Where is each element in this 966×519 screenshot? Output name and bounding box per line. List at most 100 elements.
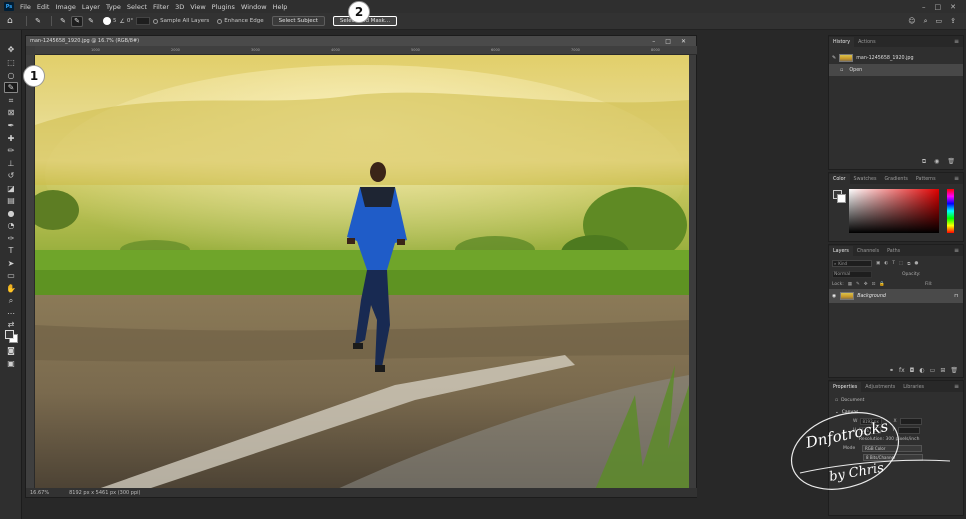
- trash-icon[interactable]: 🗑: [947, 158, 955, 166]
- menu-view[interactable]: View: [187, 3, 208, 11]
- lock-position-icon[interactable]: ✥: [864, 282, 868, 287]
- filter-smart-icon[interactable]: ⧉: [907, 261, 910, 267]
- move-tool-icon[interactable]: ✥: [4, 44, 18, 55]
- new-group-icon[interactable]: ▭: [930, 367, 936, 374]
- tab-paths[interactable]: Paths: [883, 246, 904, 256]
- enhance-edge-checkbox[interactable]: Enhance Edge: [217, 18, 264, 24]
- quick-selection-preset-icon[interactable]: ✎: [32, 16, 44, 27]
- background-color-swatch[interactable]: [837, 194, 846, 203]
- menu-filter[interactable]: Filter: [150, 3, 172, 11]
- adjustment-layer-icon[interactable]: ◐: [919, 367, 924, 374]
- filter-pixel-icon[interactable]: ▣: [876, 261, 880, 266]
- panel-menu-icon[interactable]: ≡: [954, 383, 963, 390]
- swap-colors-icon[interactable]: ⇄: [4, 319, 18, 330]
- quick-selection-tool-icon[interactable]: ✎: [4, 82, 18, 93]
- menu-window[interactable]: Window: [238, 3, 270, 11]
- pen-tool-icon[interactable]: ✑: [4, 233, 18, 244]
- home-icon[interactable]: ⌂: [7, 16, 21, 26]
- minimize-icon[interactable]: –: [652, 38, 655, 45]
- user-icon[interactable]: ☺: [908, 17, 915, 26]
- panel-menu-icon[interactable]: ≡: [954, 175, 963, 182]
- sample-all-layers-checkbox[interactable]: Sample All Layers: [153, 18, 209, 24]
- lasso-tool-icon[interactable]: ○: [4, 70, 18, 81]
- tab-gradients[interactable]: Gradients: [880, 174, 911, 184]
- bit-depth-dropdown[interactable]: 8 Bits/Channel: [863, 454, 923, 461]
- brush-tool-icon[interactable]: ✏: [4, 145, 18, 156]
- width-field[interactable]: 8192 px: [860, 418, 883, 425]
- tab-layers[interactable]: Layers: [829, 246, 853, 256]
- more-tools-icon[interactable]: ⋯: [4, 308, 18, 319]
- screen-mode-icon[interactable]: ▣: [4, 358, 18, 369]
- clone-stamp-icon[interactable]: ⊥: [4, 158, 18, 169]
- zoom-tool-icon[interactable]: ⌕: [4, 295, 18, 306]
- history-brush-icon[interactable]: ↺: [4, 170, 18, 181]
- panel-menu-icon[interactable]: ≡: [954, 247, 963, 254]
- blur-tool-icon[interactable]: ●: [4, 208, 18, 219]
- type-tool-icon[interactable]: T: [4, 245, 18, 256]
- tab-actions[interactable]: Actions: [854, 37, 880, 47]
- menu-image[interactable]: Image: [52, 3, 78, 11]
- eyedropper-tool-icon[interactable]: ✒: [4, 120, 18, 131]
- healing-brush-icon[interactable]: ✚: [4, 133, 18, 144]
- select-subject-button[interactable]: Select Subject: [271, 16, 325, 26]
- y-field[interactable]: [898, 427, 921, 434]
- rectangle-tool-icon[interactable]: ▭: [4, 270, 18, 281]
- lock-image-icon[interactable]: ✎: [856, 282, 860, 287]
- menu-3d[interactable]: 3D: [172, 3, 187, 11]
- angle-field[interactable]: [136, 17, 151, 25]
- checkbox-icon[interactable]: [153, 18, 159, 24]
- tab-color[interactable]: Color: [829, 174, 850, 184]
- menu-file[interactable]: File: [17, 3, 34, 11]
- workspace-icon[interactable]: ▭: [936, 17, 943, 26]
- chevron-down-icon[interactable]: ⌄: [835, 410, 839, 415]
- maximize-icon[interactable]: □: [935, 3, 942, 11]
- filter-adjust-icon[interactable]: ◐: [884, 261, 888, 266]
- zoom-level[interactable]: 16.67%: [30, 490, 49, 496]
- trash-icon[interactable]: 🗑: [950, 367, 958, 374]
- layer-filter-dropdown[interactable]: ⌕ Kind: [832, 260, 872, 267]
- lock-artboard-icon[interactable]: ⊡: [872, 282, 876, 287]
- new-layer-icon[interactable]: ⊞: [940, 367, 945, 374]
- lock-all-icon[interactable]: 🔒: [879, 282, 885, 287]
- foreground-color-swatch[interactable]: [5, 330, 14, 339]
- layer-background[interactable]: ◉ Background ⊓: [829, 289, 963, 303]
- frame-tool-icon[interactable]: ⊠: [4, 107, 18, 118]
- menu-edit[interactable]: Edit: [34, 3, 53, 11]
- quick-mask-icon[interactable]: ◙: [4, 345, 18, 356]
- gradient-tool-icon[interactable]: ▤: [4, 195, 18, 206]
- filter-type-icon[interactable]: T: [892, 261, 895, 266]
- subtract-from-selection-icon[interactable]: ✎: [85, 16, 97, 27]
- eraser-tool-icon[interactable]: ◪: [4, 183, 18, 194]
- brush-preview-icon[interactable]: [103, 17, 111, 25]
- tab-properties[interactable]: Properties: [829, 382, 862, 392]
- menu-type[interactable]: Type: [103, 3, 124, 11]
- add-to-selection-icon[interactable]: ✎: [71, 15, 83, 27]
- filter-shape-icon[interactable]: ⬚: [899, 261, 903, 266]
- canvas-section[interactable]: ⌄ Canvas: [829, 408, 963, 417]
- height-field[interactable]: 5461 px: [859, 427, 882, 434]
- color-mode-dropdown[interactable]: RGB Color: [862, 445, 922, 452]
- maximize-icon[interactable]: □: [665, 38, 671, 45]
- history-state-open[interactable]: ▫ Open: [829, 64, 963, 76]
- blend-mode-dropdown[interactable]: Normal: [832, 271, 872, 278]
- new-selection-icon[interactable]: ✎: [57, 16, 69, 27]
- panel-menu-icon[interactable]: ≡: [954, 38, 963, 45]
- tab-patterns[interactable]: Patterns: [912, 174, 940, 184]
- document-tab[interactable]: man-1245658_1920.jpg @ 16.7% (RGB/8#) – …: [26, 36, 696, 46]
- menu-layer[interactable]: Layer: [79, 3, 103, 11]
- lock-pixels-icon[interactable]: ▦: [848, 282, 852, 287]
- tab-adjustments[interactable]: Adjustments: [861, 382, 899, 392]
- brush-size[interactable]: 5: [113, 18, 117, 24]
- menu-select[interactable]: Select: [124, 3, 150, 11]
- new-document-from-state-icon[interactable]: ⧉: [922, 158, 926, 166]
- history-snapshot[interactable]: ✎ man-1245658_1920.jpg: [829, 52, 963, 64]
- x-field[interactable]: [899, 418, 922, 425]
- search-icon[interactable]: ⌕: [924, 17, 928, 26]
- share-icon[interactable]: ⇪: [950, 17, 956, 26]
- crop-tool-icon[interactable]: ⌗: [4, 95, 18, 106]
- minimize-icon[interactable]: –: [922, 3, 926, 11]
- visibility-eye-icon[interactable]: ◉: [832, 294, 836, 299]
- checkbox-icon[interactable]: [217, 18, 223, 24]
- camera-icon[interactable]: ◉: [934, 158, 939, 166]
- filter-toggle-icon[interactable]: ●: [914, 261, 918, 266]
